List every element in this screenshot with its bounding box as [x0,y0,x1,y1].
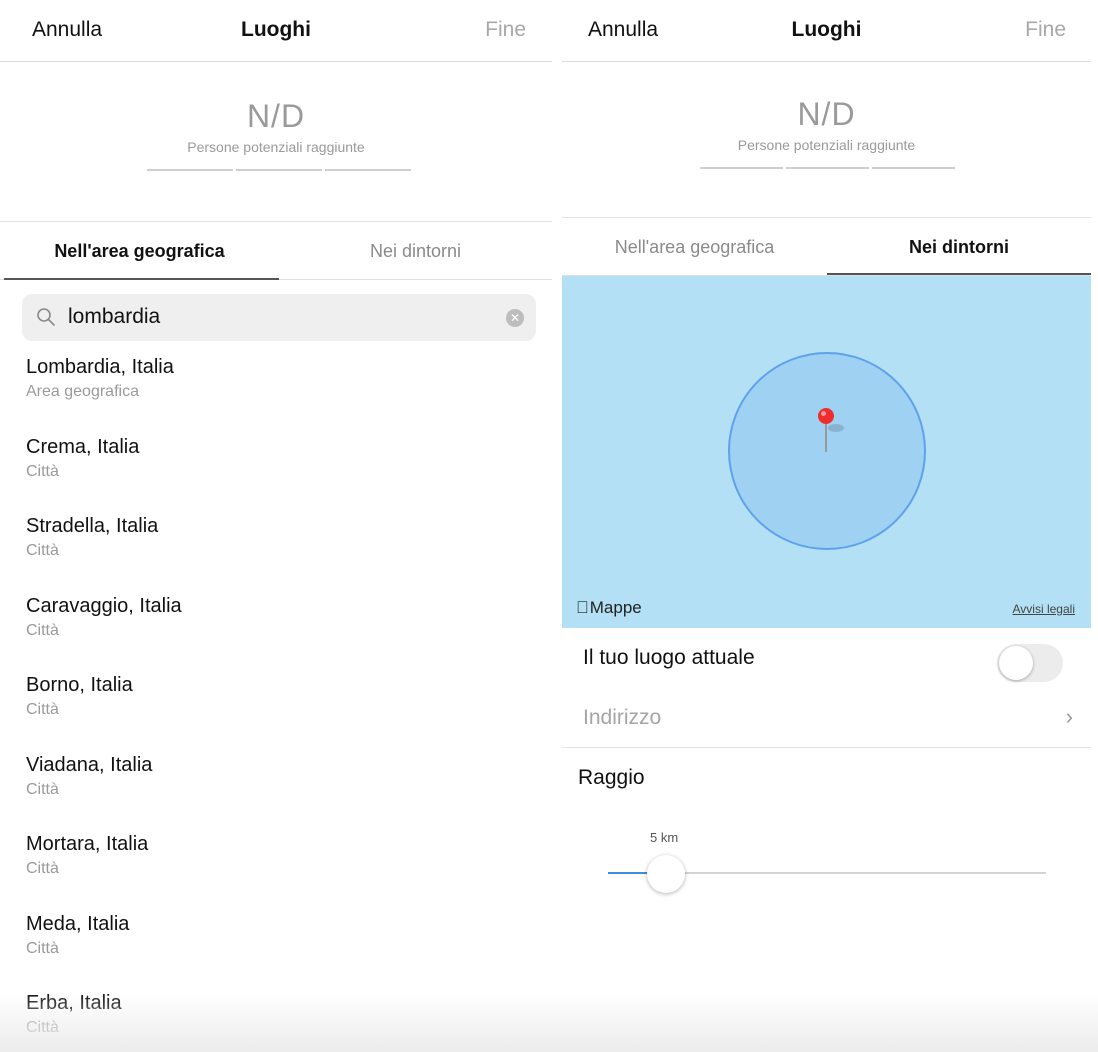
locations-nearby-panel: Annulla Luoghi Fine N/D Persone potenzia… [562,0,1091,1052]
tab-geographic-area[interactable]: Nell'area geografica [0,222,279,280]
reach-meter-segment [325,169,411,171]
search-query: lombardia [68,305,161,328]
result-name: Crema, Italia [26,436,140,458]
reach-meter-segment [872,167,955,169]
toggle-knob [999,646,1033,680]
reach-meter-segment [786,167,869,169]
potential-reach: N/D Persone potenziali raggiunte [562,96,1091,153]
current-location-row: Il tuo luogo attuale [562,628,1091,688]
done-button[interactable]: Fine [1025,18,1066,42]
reach-meter [147,169,411,171]
radius-slider-handle[interactable] [647,855,685,893]
tab-geographic-area[interactable]: Nell'area geografica [562,218,827,276]
result-name: Lombardia, Italia [26,356,174,378]
address-row[interactable]: Indirizzo › [562,688,1091,748]
result-type: Città [26,860,59,877]
result-item[interactable]: Stradella, Italia Città [26,515,552,591]
nav-title: Luoghi [241,18,311,41]
current-location-toggle[interactable] [997,644,1063,682]
reach-value: N/D [797,96,856,132]
result-item[interactable]: Crema, Italia Città [26,436,552,512]
active-tab-indicator [827,273,1091,275]
reach-meter-segment [147,169,233,171]
result-type: Città [26,542,59,559]
clear-search-icon[interactable]: ✕ [506,309,524,327]
reach-label: Persone potenziali raggiunte [187,139,365,155]
result-item[interactable]: Caravaggio, Italia Città [26,595,552,671]
tab-nearby[interactable]: Nei dintorni [279,222,552,280]
result-name: Viadana, Italia [26,754,153,776]
location-search-input[interactable]: lombardia ✕ [22,294,536,341]
map-view[interactable]: Mappe Avvisi legali [562,276,1091,628]
result-type: Città [26,781,59,798]
result-name: Erba, Italia [26,992,122,1014]
result-item[interactable]: Erba, Italia Città [26,992,552,1052]
nav-bar: Annulla Luoghi Fine [0,0,552,62]
address-placeholder: Indirizzo [583,706,662,729]
radius-title: Raggio [578,766,645,789]
result-item[interactable]: Mortara, Italia Città [26,833,552,909]
chevron-right-icon: › [1065,704,1073,729]
result-type: Città [26,1019,59,1036]
potential-reach: N/D Persone potenziali raggiunte [0,98,552,155]
result-item[interactable]: Viadana, Italia Città [26,754,552,830]
search-icon [37,308,55,326]
result-name: Mortara, Italia [26,833,149,855]
locations-search-panel: Annulla Luoghi Fine N/D Persone potenzia… [0,0,552,1052]
reach-label: Persone potenziali raggiunte [737,137,916,153]
reach-meter-segment [700,167,783,169]
result-type: Città [26,701,59,718]
result-name: Stradella, Italia [26,515,159,537]
current-location-label: Il tuo luogo attuale [583,646,755,669]
done-button[interactable]: Fine [485,18,526,42]
result-type: Città [26,622,59,639]
radius-value-label: 5 km [650,830,679,845]
maps-brand: Mappe [576,598,642,618]
result-name: Borno, Italia [26,674,133,696]
reach-meter-segment [236,169,322,171]
tab-nearby[interactable]: Nei dintorni [827,218,1091,276]
result-type: Area geografica [26,383,139,400]
location-tabs: Nell'area geografica Nei dintorni [0,222,552,280]
result-name: Caravaggio, Italia [26,595,182,617]
legal-notices-link[interactable]: Avvisi legali [1013,602,1075,616]
reach-value: N/D [246,98,306,134]
result-item[interactable]: Lombardia, Italia Area geografica [26,356,552,432]
active-tab-indicator [4,278,279,280]
result-type: Città [26,463,59,480]
apple-logo-icon:  [576,598,589,617]
location-tabs: Nell'area geografica Nei dintorni [562,218,1091,276]
maps-brand-label: Mappe [577,598,642,617]
result-item[interactable]: Meda, Italia Città [26,913,552,989]
nav-bar: Annulla Luoghi Fine [562,0,1091,62]
reach-meter [700,167,955,169]
nav-title: Luoghi [791,18,862,41]
map-pin-icon [818,408,844,452]
result-type: Città [26,940,59,957]
result-name: Meda, Italia [26,913,130,935]
result-item[interactable]: Borno, Italia Città [26,674,552,750]
